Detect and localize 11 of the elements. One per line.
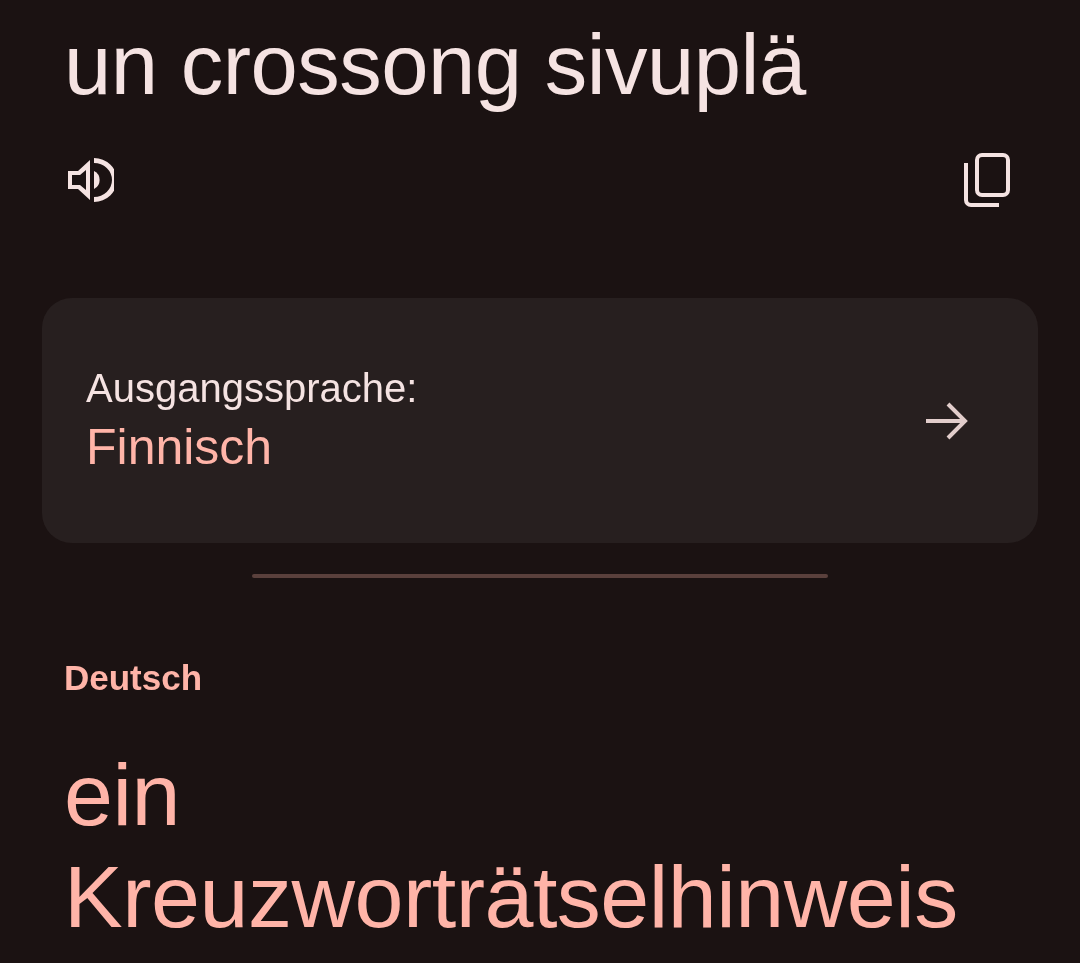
copy-button[interactable] <box>964 153 1010 207</box>
speaker-button[interactable] <box>66 157 114 203</box>
target-language-label: Deutsch <box>64 658 204 699</box>
copy-icon <box>964 153 1010 207</box>
source-language-card[interactable]: Ausgangssprache: Finnisch <box>42 298 1038 543</box>
source-language-value: Finnisch <box>86 418 274 477</box>
translated-text: ein Kreuzworträtselhinweis <box>64 744 959 949</box>
source-language-label: Ausgangssprache: <box>86 364 418 411</box>
arrow-right-icon <box>924 400 968 441</box>
source-text: un crossong sivuplä <box>64 16 808 114</box>
speaker-icon <box>66 157 114 203</box>
